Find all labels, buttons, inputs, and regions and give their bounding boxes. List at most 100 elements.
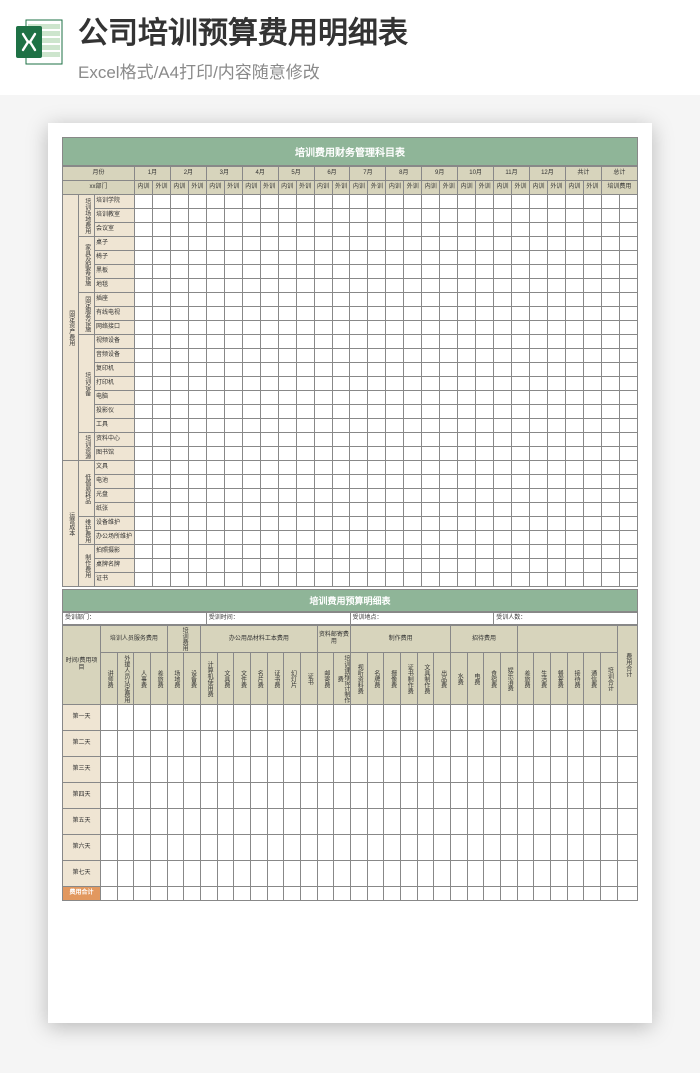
data-cell[interactable]: [201, 861, 218, 887]
data-cell[interactable]: [529, 559, 547, 573]
data-cell[interactable]: [601, 835, 618, 861]
data-cell[interactable]: [434, 783, 451, 809]
data-cell[interactable]: [350, 489, 368, 503]
data-cell[interactable]: [368, 223, 386, 237]
data-cell[interactable]: [422, 335, 440, 349]
data-cell[interactable]: [619, 461, 637, 475]
data-cell[interactable]: [260, 237, 278, 251]
data-cell[interactable]: [188, 517, 206, 531]
data-cell[interactable]: [334, 757, 351, 783]
data-cell[interactable]: [404, 461, 422, 475]
data-cell[interactable]: [401, 731, 418, 757]
data-cell[interactable]: [206, 517, 224, 531]
data-cell[interactable]: [278, 209, 296, 223]
data-cell[interactable]: [565, 559, 583, 573]
data-cell[interactable]: [278, 321, 296, 335]
data-cell[interactable]: [170, 265, 188, 279]
data-cell[interactable]: [583, 461, 601, 475]
data-cell[interactable]: [170, 251, 188, 265]
data-cell[interactable]: [217, 835, 234, 861]
data-cell[interactable]: [484, 835, 501, 861]
data-cell[interactable]: [494, 419, 512, 433]
data-cell[interactable]: [188, 223, 206, 237]
data-cell[interactable]: [458, 209, 476, 223]
data-cell[interactable]: [188, 545, 206, 559]
data-cell[interactable]: [217, 705, 234, 731]
data-cell[interactable]: [458, 293, 476, 307]
data-cell[interactable]: [458, 531, 476, 545]
data-cell[interactable]: [451, 731, 468, 757]
data-cell[interactable]: [152, 265, 170, 279]
data-cell[interactable]: [135, 489, 153, 503]
data-cell[interactable]: [135, 321, 153, 335]
data-cell[interactable]: [476, 545, 494, 559]
data-cell[interactable]: [267, 705, 284, 731]
data-cell[interactable]: [242, 307, 260, 321]
data-cell[interactable]: [188, 321, 206, 335]
data-cell[interactable]: [152, 377, 170, 391]
data-cell[interactable]: [551, 731, 568, 757]
data-cell[interactable]: [386, 349, 404, 363]
data-cell[interactable]: [619, 503, 637, 517]
data-cell[interactable]: [350, 377, 368, 391]
data-cell[interactable]: [201, 809, 218, 835]
data-cell[interactable]: [368, 209, 386, 223]
data-cell[interactable]: [170, 405, 188, 419]
data-cell[interactable]: [565, 461, 583, 475]
data-cell[interactable]: [565, 489, 583, 503]
data-cell[interactable]: [386, 377, 404, 391]
data-cell[interactable]: [467, 783, 484, 809]
data-cell[interactable]: [529, 405, 547, 419]
data-cell[interactable]: [167, 783, 184, 809]
data-cell[interactable]: [404, 265, 422, 279]
data-cell[interactable]: [367, 809, 384, 835]
data-cell[interactable]: [284, 783, 301, 809]
data-cell[interactable]: [422, 293, 440, 307]
data-cell[interactable]: [404, 335, 422, 349]
data-cell[interactable]: [135, 223, 153, 237]
data-cell[interactable]: [152, 419, 170, 433]
data-cell[interactable]: [206, 475, 224, 489]
data-cell[interactable]: [494, 391, 512, 405]
data-cell[interactable]: [583, 209, 601, 223]
data-cell[interactable]: [332, 279, 350, 293]
data-cell[interactable]: [206, 209, 224, 223]
data-cell[interactable]: [184, 835, 201, 861]
data-cell[interactable]: [267, 835, 284, 861]
data-cell[interactable]: [278, 293, 296, 307]
data-cell[interactable]: [170, 461, 188, 475]
data-cell[interactable]: [368, 531, 386, 545]
data-cell[interactable]: [547, 559, 565, 573]
data-cell[interactable]: [494, 405, 512, 419]
data-cell[interactable]: [517, 809, 534, 835]
data-cell[interactable]: [351, 835, 368, 861]
data-cell[interactable]: [476, 377, 494, 391]
data-cell[interactable]: [601, 573, 619, 587]
data-cell[interactable]: [296, 419, 314, 433]
data-cell[interactable]: [332, 223, 350, 237]
data-cell[interactable]: [512, 335, 530, 349]
data-cell[interactable]: [583, 321, 601, 335]
data-cell[interactable]: [368, 307, 386, 321]
data-cell[interactable]: [517, 731, 534, 757]
data-cell[interactable]: [368, 195, 386, 209]
data-cell[interactable]: [296, 237, 314, 251]
data-cell[interactable]: [317, 783, 334, 809]
data-cell[interactable]: [565, 377, 583, 391]
data-cell[interactable]: [101, 835, 118, 861]
data-cell[interactable]: [534, 757, 551, 783]
data-cell[interactable]: [618, 809, 638, 835]
data-cell[interactable]: [117, 835, 134, 861]
data-cell[interactable]: [368, 321, 386, 335]
data-cell[interactable]: [224, 419, 242, 433]
data-cell[interactable]: [534, 705, 551, 731]
data-cell[interactable]: [206, 391, 224, 405]
data-cell[interactable]: [440, 321, 458, 335]
data-cell[interactable]: [251, 731, 268, 757]
data-cell[interactable]: [152, 573, 170, 587]
data-cell[interactable]: [547, 419, 565, 433]
data-cell[interactable]: [234, 705, 251, 731]
data-cell[interactable]: [167, 835, 184, 861]
data-cell[interactable]: [512, 223, 530, 237]
data-cell[interactable]: [422, 559, 440, 573]
